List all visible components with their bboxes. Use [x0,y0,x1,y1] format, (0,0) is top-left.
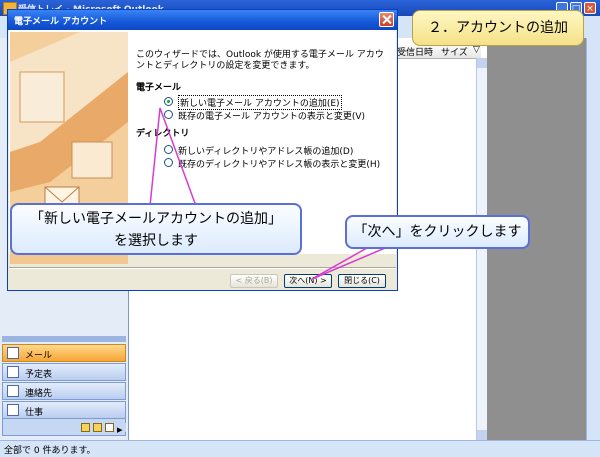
radio-label: 既存の電子メール アカウントの表示と変更(V) [178,112,366,122]
nav-button-label: 仕事 [25,408,44,418]
nav-button-tasks[interactable]: 仕事 [2,401,126,419]
callout-line: 「新しい電子メールアカウントの追加」 [30,211,282,227]
configure-buttons-icon[interactable]: ▸ [117,423,126,436]
dialog-title: 電子メール アカウント [14,17,108,27]
folder-list-icon[interactable] [93,423,102,432]
dialog-close-icon[interactable] [379,12,394,27]
nav-button-mail[interactable]: メール [2,344,126,362]
tasks-icon [7,404,19,416]
message-list-header: 受信日時 サイズ ▽ [395,44,481,59]
shortcuts-icon[interactable] [105,423,114,432]
nav-button-label: メール [25,351,53,361]
message-list-scrollbar[interactable] [476,58,487,440]
radio-label: 新しい電子メール アカウントの追加(E) [178,95,342,110]
nav-pane-footer: ▸ [2,418,126,436]
flag-column-icon[interactable]: ▽ [473,45,480,55]
dialog-title-bar: 電子メール アカウント [8,10,397,30]
email-section-label: 電子メール [136,83,182,93]
next-button[interactable]: 次へ(N) > [284,274,332,288]
right-scrollbar[interactable] [586,38,600,440]
mail-icon [7,347,19,359]
dialog-close-button[interactable]: 閉じる(C) [338,274,386,288]
radio-indicator[interactable] [164,97,173,106]
scroll-down-icon[interactable] [477,430,487,440]
nav-button-label: 連絡先 [25,389,53,399]
nav-button-label: 予定表 [25,370,53,380]
nav-pane-splitter[interactable] [2,336,126,342]
calendar-icon [7,366,19,378]
radio-indicator[interactable] [164,145,173,154]
column-size[interactable]: サイズ [441,45,468,58]
scroll-up-icon[interactable] [477,58,487,68]
wizard-intro-text: このウィザードでは、Outlook が使用する電子メール アカウントとディレクト… [136,50,384,71]
radio-label: 新しいディレクトリやアドレス帳の追加(D) [178,147,354,157]
directory-section-label: ディレクトリ [136,129,190,139]
column-received[interactable]: 受信日時 [397,45,433,58]
notes-icon[interactable] [81,423,90,432]
nav-button-calendar[interactable]: 予定表 [2,363,126,381]
step-badge: ２．アカウントの追加 [412,10,584,46]
window-close-icon[interactable]: × [584,2,596,14]
radio-indicator[interactable] [164,110,173,119]
callout-click-next: 「次へ」をクリックします [345,215,530,249]
contacts-icon [7,385,19,397]
radio-indicator[interactable] [164,158,173,167]
back-button[interactable]: < 戻る(B) [230,274,278,288]
radio-label: 既存のディレクトリやアドレス帳の表示と変更(H) [178,160,381,170]
callout-select-add-account: 「新しい電子メールアカウントの追加」 を選択します [10,203,302,255]
status-bar: 全部で 0 件あります。 [0,440,600,457]
status-text: 全部で 0 件あります。 [4,446,96,456]
callout-line: を選択します [114,233,198,249]
dialog-separator [9,267,396,269]
nav-button-contacts[interactable]: 連絡先 [2,382,126,400]
